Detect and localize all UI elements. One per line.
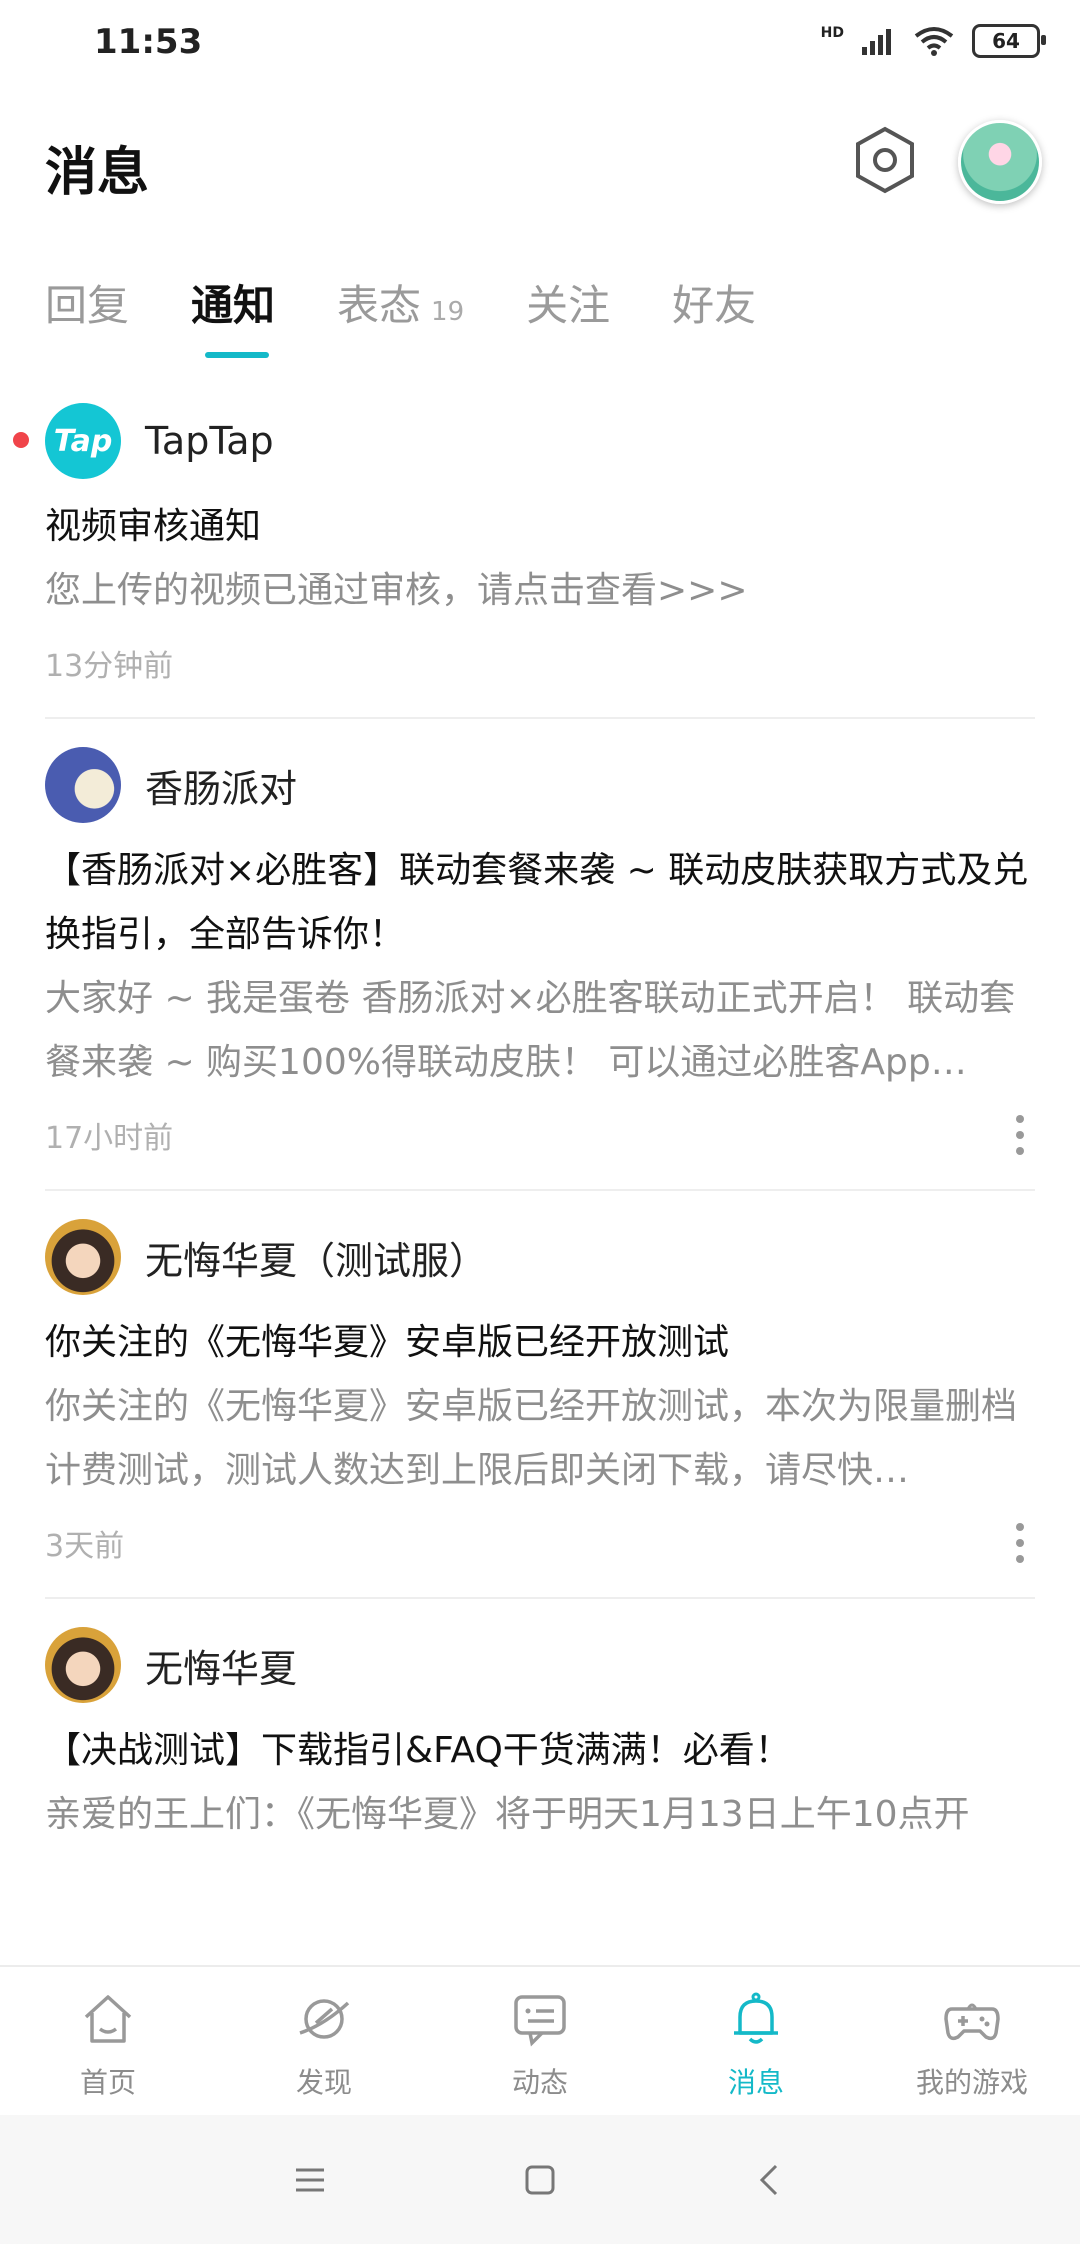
settings-hex-icon[interactable] bbox=[850, 125, 920, 195]
list-item[interactable]: Tap TapTap 视频审核通知 您上传的视频已通过审核，请点击查看>>> 1… bbox=[0, 395, 1080, 703]
tab-reactions[interactable]: 表态 19 bbox=[337, 272, 464, 333]
list-item[interactable]: 无悔华夏 【决战测试】下载指引&FAQ干货满满！必看！ 亲爱的王上们：《无悔华夏… bbox=[0, 1619, 1080, 1847]
message-time: 3天前 bbox=[45, 1529, 125, 1564]
sender-row: 无悔华夏（测试服） bbox=[45, 1211, 1035, 1303]
message-title: 视频审核通知 bbox=[45, 506, 262, 547]
wifi-icon bbox=[914, 27, 954, 56]
nav-home[interactable]: 首页 bbox=[0, 1967, 216, 2115]
sender-avatar[interactable] bbox=[45, 1627, 121, 1703]
status-bar: 11:53 HD 64 bbox=[0, 0, 1080, 90]
tab-friends[interactable]: 好友 bbox=[672, 272, 756, 333]
message-meta: 13分钟前 bbox=[45, 623, 1035, 703]
notification-list: Tap TapTap 视频审核通知 您上传的视频已通过审核，请点击查看>>> 1… bbox=[0, 395, 1080, 1847]
divider bbox=[45, 1189, 1035, 1191]
back-icon[interactable] bbox=[750, 2160, 790, 2200]
reactions-count-badge: 19 bbox=[431, 297, 465, 327]
message-title: 【决战测试】下载指引&FAQ干货满满！必看！ bbox=[45, 1730, 791, 1771]
battery-icon: 64 bbox=[972, 24, 1046, 58]
sender-avatar[interactable] bbox=[45, 1219, 121, 1295]
sender-name: TapTap bbox=[145, 419, 274, 463]
chat-icon bbox=[514, 1995, 566, 2047]
more-options-icon[interactable] bbox=[1015, 1523, 1025, 1563]
sender-row: 香肠派对 bbox=[45, 739, 1035, 831]
nav-label: 我的游戏 bbox=[915, 2066, 1028, 2099]
nav-discover[interactable]: 发现 bbox=[216, 1967, 432, 2115]
nav-label: 发现 bbox=[295, 2066, 352, 2099]
message-title: 你关注的《无悔华夏》安卓版已经开放测试 bbox=[45, 1322, 730, 1363]
message-meta: 17小时前 bbox=[45, 1095, 1035, 1175]
message-body: 你关注的《无悔华夏》安卓版已经开放测试，本次为限量删档计费测试，测试人数达到上限… bbox=[45, 1386, 1018, 1491]
home-icon bbox=[84, 1995, 132, 2043]
status-icons: HD 64 bbox=[820, 24, 1046, 58]
menu-icon[interactable] bbox=[290, 2160, 330, 2200]
user-avatar[interactable] bbox=[958, 120, 1042, 204]
sender-name: 无悔华夏（测试服） bbox=[145, 1238, 488, 1283]
home-square-icon[interactable] bbox=[520, 2160, 560, 2200]
message-body: 大家好 ~ 我是蛋卷 香肠派对×必胜客联动正式开启！ 联动套餐来袭 ~ 购买10… bbox=[45, 978, 1016, 1083]
tab-following[interactable]: 关注 bbox=[526, 272, 610, 333]
planet-icon bbox=[299, 1999, 350, 2039]
sender-name: 香肠派对 bbox=[145, 766, 298, 811]
message-time: 17小时前 bbox=[45, 1121, 174, 1156]
bottom-nav: 首页 发现 动态 消息 我的游戏 bbox=[0, 1965, 1080, 2115]
sender-row: 无悔华夏 bbox=[45, 1619, 1035, 1711]
tab-notifications[interactable]: 通知 bbox=[191, 272, 275, 333]
message-body: 亲爱的王上们：《无悔华夏》将于明天1月13日上午10点开 bbox=[45, 1794, 970, 1835]
status-time: 11:53 bbox=[94, 22, 203, 62]
tab-reply[interactable]: 回复 bbox=[45, 272, 129, 333]
message-title: 【香肠派对×必胜客】联动套餐来袭 ~ 联动皮肤获取方式及兑换指引，全部告诉你！ bbox=[45, 850, 1029, 955]
message-tabs: 回复 通知 表态 19 关注 好友 bbox=[45, 272, 818, 333]
system-nav-bar bbox=[0, 2115, 1080, 2244]
taptap-logo-avatar[interactable]: Tap bbox=[45, 403, 121, 479]
nav-label: 动态 bbox=[511, 2066, 568, 2099]
page-title: 消息 bbox=[45, 143, 150, 203]
sender-name: 无悔华夏 bbox=[145, 1646, 298, 1691]
nav-my-games[interactable]: 我的游戏 bbox=[864, 1967, 1080, 2115]
signal-icon bbox=[862, 29, 891, 55]
nav-label: 消息 bbox=[727, 2066, 784, 2099]
divider bbox=[45, 1597, 1035, 1599]
divider bbox=[45, 717, 1035, 719]
list-item[interactable]: 香肠派对 【香肠派对×必胜客】联动套餐来袭 ~ 联动皮肤获取方式及兑换指引，全部… bbox=[0, 739, 1080, 1175]
sender-row: Tap TapTap bbox=[45, 395, 1035, 487]
sender-avatar[interactable] bbox=[45, 747, 121, 823]
more-options-icon[interactable] bbox=[1015, 1115, 1025, 1155]
gamepad-icon bbox=[944, 2003, 1000, 2041]
unread-dot bbox=[13, 432, 29, 448]
message-body: 您上传的视频已通过审核，请点击查看>>> bbox=[45, 570, 748, 611]
nav-messages[interactable]: 消息 bbox=[648, 1967, 864, 2115]
message-time: 13分钟前 bbox=[45, 649, 174, 684]
bell-icon bbox=[734, 1992, 778, 2044]
nav-feed[interactable]: 动态 bbox=[432, 1967, 648, 2115]
nav-label: 首页 bbox=[79, 2066, 136, 2099]
message-meta: 3天前 bbox=[45, 1503, 1035, 1583]
network-type: HD bbox=[820, 25, 844, 41]
list-item[interactable]: 无悔华夏（测试服） 你关注的《无悔华夏》安卓版已经开放测试 你关注的《无悔华夏》… bbox=[0, 1211, 1080, 1583]
active-tab-indicator bbox=[205, 352, 269, 358]
